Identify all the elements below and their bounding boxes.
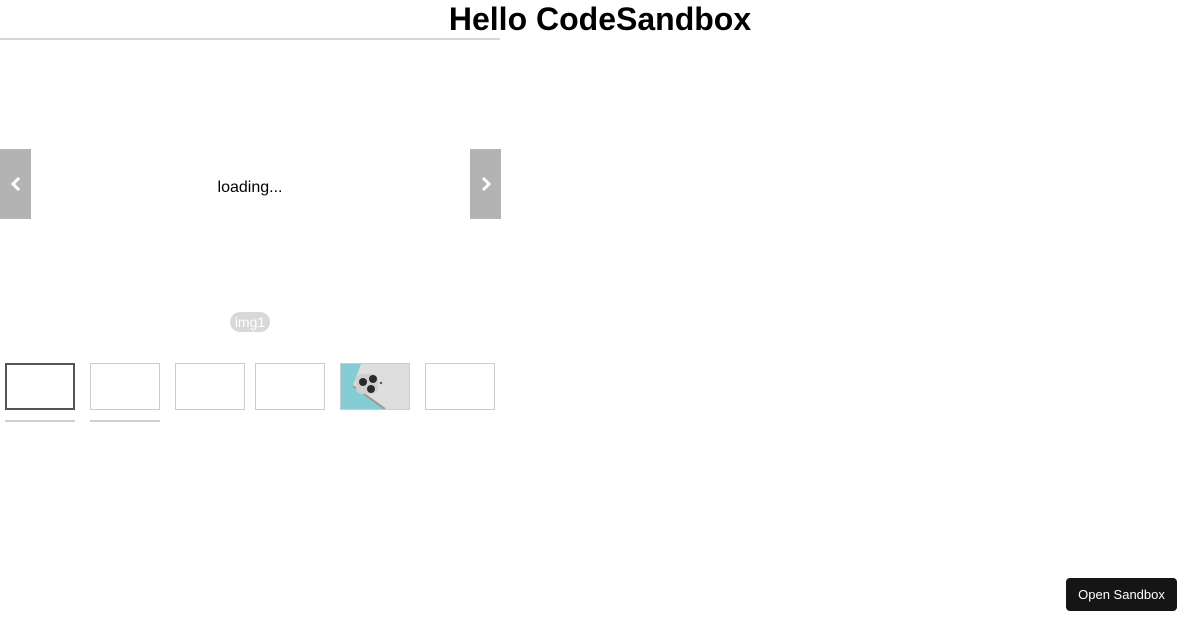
thumbnail-6[interactable]	[425, 363, 495, 410]
thumbnail-4[interactable]	[255, 363, 325, 410]
page-title: Hello CodeSandbox	[448, 1, 752, 37]
thumbnail-5[interactable]	[340, 363, 410, 410]
thumbnail-1[interactable]	[5, 363, 75, 410]
next-slide-button[interactable]	[470, 149, 501, 219]
open-sandbox-button[interactable]: Open Sandbox	[1066, 578, 1177, 611]
thumbnail-3[interactable]	[175, 363, 245, 410]
thumbnail-underline-1	[5, 420, 75, 422]
image-slider: loading... img1	[0, 40, 501, 332]
chevron-right-icon	[481, 177, 491, 191]
slide-caption: img1	[230, 312, 270, 332]
thumbnail-underline-2	[90, 420, 160, 422]
loading-text: loading...	[217, 179, 283, 196]
thumbnail-2[interactable]	[90, 363, 160, 410]
phone-photo-image	[341, 364, 409, 409]
